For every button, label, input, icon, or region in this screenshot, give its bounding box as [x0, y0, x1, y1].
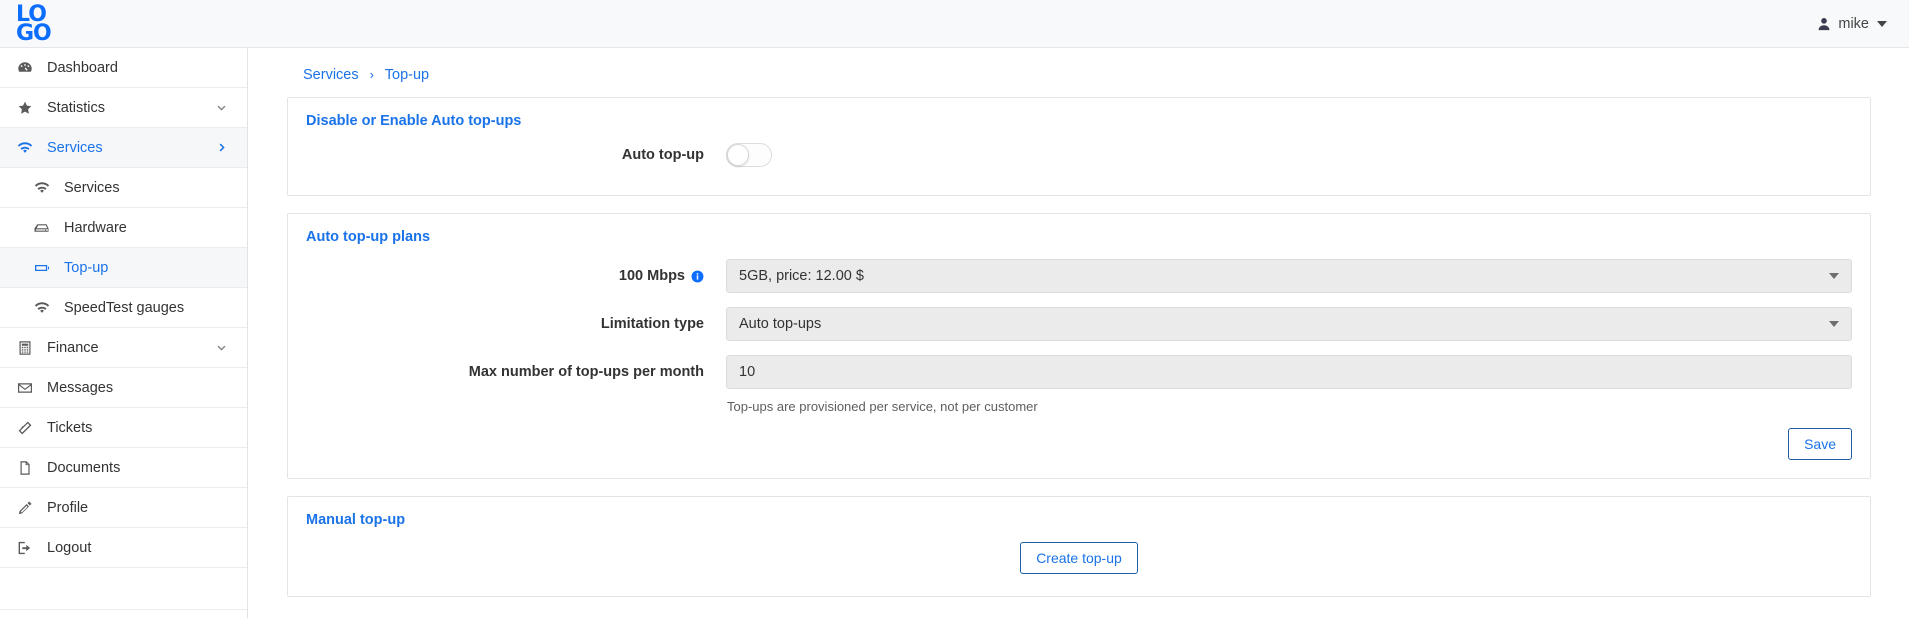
sidebar-item-logout[interactable]: Logout	[0, 528, 247, 568]
select-caret-icon	[1829, 321, 1839, 327]
sidebar-item-profile[interactable]: Profile	[0, 488, 247, 528]
breadcrumb-current-topup[interactable]: Top-up	[385, 67, 429, 83]
plan-row-label: Max number of top-ups per month	[306, 364, 726, 380]
sidebar-item-label: Tickets	[47, 419, 93, 436]
plan-row-label: 100 Mbps	[306, 268, 726, 284]
field-value: 10	[739, 364, 756, 380]
sidebar-item-messages[interactable]: Messages	[0, 368, 247, 408]
sidebar-item-tickets[interactable]: Tickets	[0, 408, 247, 448]
star-icon	[17, 100, 43, 116]
topup-hint-text: Top-ups are provisioned per service, not…	[727, 399, 1038, 414]
main-content: Services › Top-up Disable or Enable Auto…	[249, 48, 1909, 618]
sidebar-item-label: SpeedTest gauges	[64, 299, 185, 316]
plan-row-label: Limitation type	[306, 316, 726, 332]
max-topups-input[interactable]: 10	[726, 355, 1852, 389]
create-topup-button[interactable]: Create top-up	[1020, 542, 1138, 574]
sidebar-item-hardware[interactable]: Hardware	[0, 208, 247, 248]
wifi-icon	[34, 180, 60, 196]
auto-topup-toggle-label: Auto top-up	[621, 147, 704, 163]
sidebar-item-dashboard[interactable]: Dashboard	[0, 48, 247, 88]
auto-topup-plans-card: Auto top-up plans 100 Mbps 5GB, price: 12…	[287, 213, 1871, 479]
user-menu[interactable]: mike	[1817, 16, 1887, 32]
sidebar-item-speedtest-gauges[interactable]: SpeedTest gauges	[0, 288, 247, 328]
chevron-down-icon	[216, 102, 227, 113]
topup-icon	[34, 260, 60, 276]
save-button[interactable]: Save	[1788, 428, 1852, 460]
auto-topup-toggle-switch[interactable]	[726, 143, 772, 167]
field-value: 5GB, price: 12.00 $	[739, 268, 864, 284]
auto-topup-toggle-card: Disable or Enable Auto top-ups Auto top-…	[287, 97, 1871, 196]
toggle-knob	[727, 144, 749, 166]
sidebar-item-label: Top-up	[64, 259, 109, 276]
sidebar-item-services[interactable]: Services	[0, 168, 247, 208]
envelope-icon	[17, 380, 43, 396]
plan-row: 100 Mbps 5GB, price: 12.00 $	[306, 259, 1852, 293]
logout-icon	[17, 540, 43, 556]
chevron-down-icon	[216, 342, 227, 353]
sidebar-item-list: Dashboard Statistics Services Services Hardw…	[0, 48, 247, 568]
breadcrumb-separator-icon: ›	[369, 67, 374, 82]
breadcrumb-link-services[interactable]: Services	[303, 67, 359, 83]
calculator-icon	[17, 340, 43, 356]
plan-row-label-text: 100 Mbps	[618, 268, 685, 284]
sidebar-item-services[interactable]: Services	[0, 128, 247, 168]
field-value: Auto top-ups	[739, 316, 822, 332]
save-row: Save	[306, 428, 1852, 460]
user-icon	[1817, 17, 1831, 31]
sidebar-item-label: Messages	[47, 379, 114, 396]
manual-topup-card: Manual top-up Create top-up	[287, 496, 1871, 597]
plan-select[interactable]: 5GB, price: 12.00 $	[726, 259, 1852, 293]
hardware-icon	[34, 220, 60, 236]
app-logo[interactable]: LO GO	[0, 0, 248, 48]
chevron-right-icon	[216, 142, 227, 153]
plan-form-rows: 100 Mbps 5GB, price: 12.00 $ Limitation ty…	[306, 259, 1852, 389]
sidebar-item-label: Documents	[47, 459, 121, 476]
sidebar-item-documents[interactable]: Documents	[0, 448, 247, 488]
breadcrumb: Services › Top-up	[287, 48, 1871, 97]
sidebar-item-top-up[interactable]: Top-up	[0, 248, 247, 288]
dashboard-icon	[17, 60, 43, 76]
create-topup-row: Create top-up	[306, 542, 1852, 574]
caret-down-icon	[1877, 20, 1887, 27]
plan-row: Limitation type Auto top-ups	[306, 307, 1852, 341]
ticket-icon	[17, 420, 43, 436]
sidebar-item-label: Logout	[47, 539, 92, 556]
auto-topup-toggle-title: Disable or Enable Auto top-ups	[306, 113, 522, 129]
auto-topup-plans-title: Auto top-up plans	[306, 229, 431, 245]
top-header-bar: LO GO mike	[0, 0, 1909, 48]
document-icon	[17, 460, 43, 476]
pencil-icon	[17, 500, 43, 516]
sidebar-item-label: Hardware	[64, 219, 127, 236]
sidebar-item-label: Statistics	[47, 99, 106, 116]
plan-row-label-text: Limitation type	[600, 316, 704, 332]
wifi-icon	[17, 140, 43, 156]
manual-topup-title: Manual top-up	[306, 512, 406, 528]
logo-line-2: GO	[16, 20, 52, 46]
user-name-label: mike	[1838, 15, 1869, 32]
info-icon[interactable]	[691, 270, 704, 283]
plan-row: Max number of top-ups per month 10	[306, 355, 1852, 389]
sidebar-item-label: Services	[47, 139, 103, 156]
plan-row-label-text: Max number of top-ups per month	[468, 364, 704, 380]
sidebar-item-label: Services	[64, 179, 120, 196]
sidebar-collapse-button[interactable]	[0, 609, 247, 618]
logo-text: LO GO	[16, 3, 52, 46]
sidebar-item-label: Profile	[47, 499, 89, 516]
sidebar-item-finance[interactable]: Finance	[0, 328, 247, 368]
sidebar-navigation: Dashboard Statistics Services Services Hardw…	[0, 48, 248, 618]
auto-topup-toggle-row: Auto top-up	[306, 143, 1852, 167]
select-caret-icon	[1829, 273, 1839, 279]
sidebar-item-label: Finance	[47, 339, 99, 356]
plan-select[interactable]: Auto top-ups	[726, 307, 1852, 341]
wifi-icon	[34, 300, 60, 316]
sidebar-item-label: Dashboard	[47, 59, 118, 76]
sidebar-item-statistics[interactable]: Statistics	[0, 88, 247, 128]
